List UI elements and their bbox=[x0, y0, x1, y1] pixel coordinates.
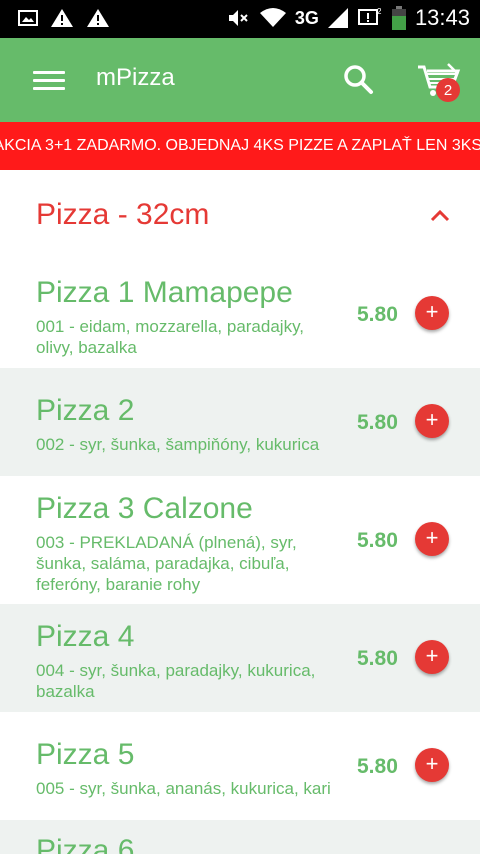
search-button[interactable] bbox=[338, 60, 378, 100]
pizza-name: Pizza 2 bbox=[36, 394, 135, 427]
pizza-price: 5.80 bbox=[357, 755, 398, 778]
promo-banner: AKCIA 3+1 ZADARMO. OBJEDNAJ 4KS PIZZE A … bbox=[0, 122, 480, 170]
warning-icon bbox=[51, 9, 73, 27]
list-item[interactable]: Pizza 3 Calzone 003 - PREKLADANÁ (plnená… bbox=[0, 476, 480, 604]
plus-icon: + bbox=[425, 751, 439, 776]
network-label: 3G bbox=[294, 7, 319, 28]
add-to-cart-button[interactable]: + bbox=[415, 748, 449, 782]
plus-icon: + bbox=[425, 407, 439, 432]
pizza-description: 005 - syr, šunka, ananás, kukurica, kari bbox=[36, 779, 331, 798]
pizza-description: 001 - eidam, mozzarella, paradajky, oliv… bbox=[36, 317, 305, 357]
menu-button[interactable] bbox=[22, 62, 76, 98]
svg-text:2: 2 bbox=[377, 7, 382, 16]
list-item[interactable]: Pizza 2 002 - syr, šunka, šampiňóny, kuk… bbox=[0, 368, 480, 476]
app-title: mPizza bbox=[96, 64, 175, 91]
message-icon: 2 bbox=[357, 7, 382, 25]
pizza-name: Pizza 4 bbox=[36, 620, 135, 653]
add-to-cart-button[interactable]: + bbox=[415, 640, 449, 674]
pizza-name: Pizza 6 bbox=[36, 834, 135, 854]
pizza-name: Pizza 5 bbox=[36, 738, 135, 771]
plus-icon: + bbox=[425, 525, 439, 550]
hamburger-menu-icon bbox=[33, 71, 65, 74]
chevron-up-icon bbox=[430, 209, 450, 222]
pizza-description: 002 - syr, šunka, šampiňóny, kukurica bbox=[36, 435, 320, 454]
wifi-icon bbox=[259, 8, 286, 27]
add-to-cart-button[interactable]: + bbox=[415, 522, 449, 556]
app-bar: mPizza bbox=[0, 38, 480, 122]
hamburger-menu-icon-bar bbox=[33, 87, 65, 90]
cart-count-badge: 2 bbox=[436, 78, 460, 102]
clock: 13:43 bbox=[414, 5, 470, 30]
pizza-price: 5.80 bbox=[357, 529, 398, 552]
pizza-price: 5.80 bbox=[357, 647, 398, 670]
warning-icon bbox=[87, 9, 109, 27]
pizza-price: 5.80 bbox=[357, 411, 398, 434]
pizza-name: Pizza 1 Mamapepe bbox=[36, 276, 293, 309]
category-title: Pizza - 32cm bbox=[36, 198, 210, 231]
image-icon bbox=[18, 10, 38, 26]
plus-icon: + bbox=[425, 299, 439, 324]
pizza-name: Pizza 3 Calzone bbox=[36, 492, 253, 525]
mute-icon bbox=[228, 10, 248, 26]
list-item[interactable]: Pizza 4 004 - syr, šunka, paradajky, kuk… bbox=[0, 604, 480, 712]
add-to-cart-button[interactable]: + bbox=[415, 296, 449, 330]
pizza-description: 003 - PREKLADANÁ (plnená), syr, šunka, s… bbox=[36, 533, 297, 594]
add-to-cart-button[interactable]: + bbox=[415, 404, 449, 438]
list-item[interactable]: Pizza 5 005 - syr, šunka, ananás, kukuri… bbox=[0, 712, 480, 820]
list-item[interactable]: Pizza 1 Mamapepe 001 - eidam, mozzarella… bbox=[0, 260, 480, 368]
hamburger-menu-icon-bar bbox=[33, 79, 65, 82]
pizza-price: 5.80 bbox=[357, 303, 398, 326]
status-bar: 3G 2 13:43 bbox=[0, 0, 480, 38]
battery-icon bbox=[391, 6, 406, 30]
search-icon bbox=[344, 65, 373, 94]
pizza-description: 004 - syr, šunka, paradajky, kukurica, b… bbox=[36, 661, 316, 701]
category-header[interactable]: Pizza - 32cm bbox=[0, 170, 480, 260]
plus-icon: + bbox=[425, 643, 439, 668]
list-item[interactable]: Pizza 6 bbox=[0, 820, 480, 854]
signal-icon bbox=[327, 8, 348, 28]
